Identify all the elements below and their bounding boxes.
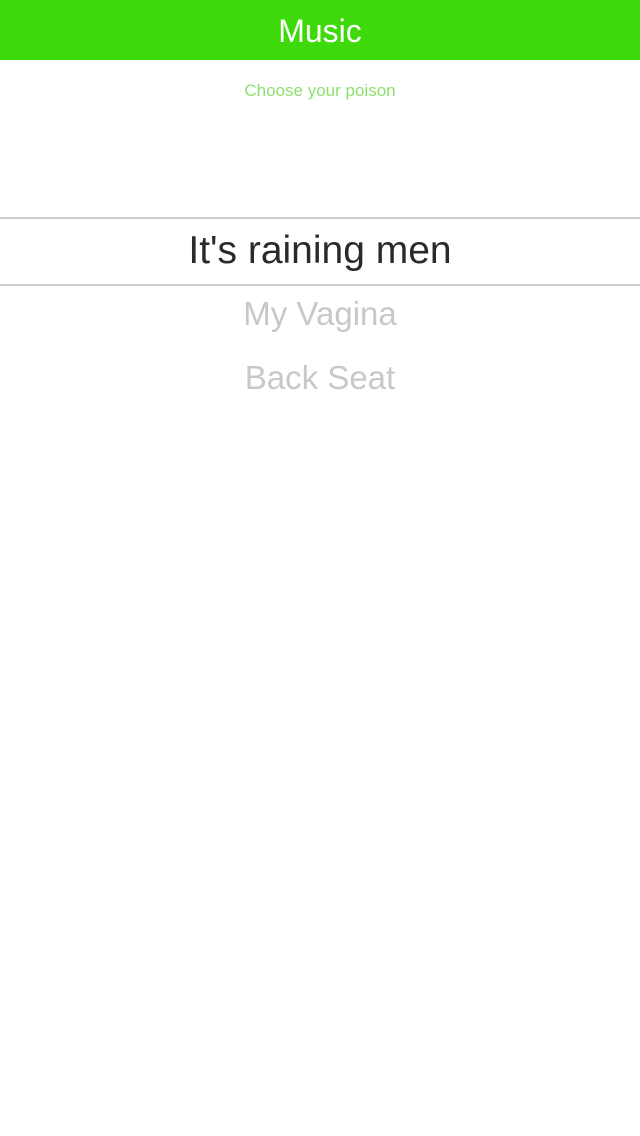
- picker-divider-bottom: [0, 284, 640, 286]
- picker-option-selected[interactable]: It's raining men: [0, 225, 640, 277]
- picker-option[interactable]: Back Seat: [0, 358, 640, 398]
- picker-option[interactable]: My Vagina: [0, 294, 640, 334]
- picker-divider-top: [0, 217, 640, 219]
- song-picker[interactable]: It's raining men My Vagina Back Seat: [0, 0, 640, 1136]
